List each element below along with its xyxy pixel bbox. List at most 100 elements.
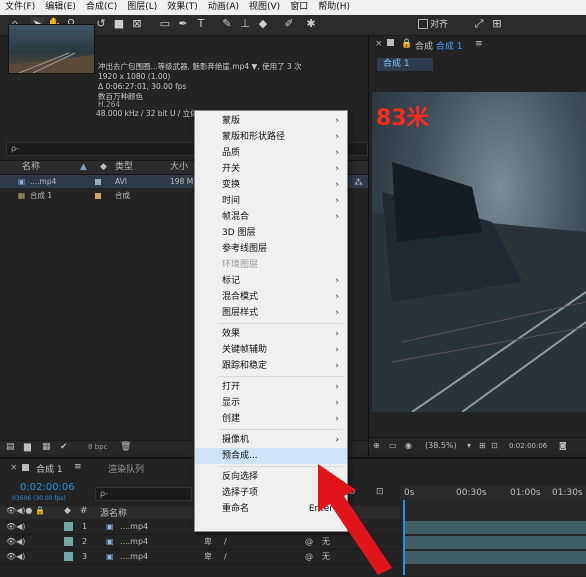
zoom-dropdown[interactable]: (38.5%) — [425, 438, 457, 454]
node-icon[interactable]: ⁂ — [354, 178, 363, 188]
layer-name[interactable]: ....mp4 — [120, 535, 148, 549]
row-type: AVI — [115, 177, 127, 186]
type-tool-icon[interactable]: T — [194, 17, 208, 31]
tab-composition[interactable]: 合成 1 — [377, 58, 433, 71]
close-icon[interactable]: × — [375, 39, 383, 49]
menu-item[interactable]: 编辑(E) — [40, 0, 81, 15]
context-menu-item[interactable]: 打开 › — [195, 379, 347, 395]
composition-viewer[interactable]: 83米 — [372, 92, 586, 412]
timeline-search-input[interactable]: ρ- — [95, 487, 192, 501]
clone-stamp-tool-icon[interactable]: ⊥ — [238, 17, 252, 31]
menu-item[interactable]: 视图(V) — [244, 0, 285, 15]
context-menu-item[interactable]: 品质 › — [195, 145, 347, 161]
column-size[interactable]: 大小 — [170, 161, 188, 174]
layer-name[interactable]: ....mp4 — [120, 520, 148, 534]
menu-item[interactable]: 效果(T) — [162, 0, 203, 15]
source-name-column: 源名称 — [100, 509, 128, 519]
context-menu-item[interactable]: 效果 › — [195, 326, 347, 342]
shy-switch-icon[interactable]: 卑 — [204, 550, 212, 564]
menu-item[interactable]: 合成(C) — [81, 0, 122, 15]
toggle-mask-icon[interactable]: ◉ — [405, 438, 412, 454]
interpret-footage-icon[interactable]: ▤ — [6, 442, 15, 452]
column-name[interactable]: 名称 — [22, 161, 40, 174]
layer-duration-bar[interactable] — [403, 521, 586, 534]
context-menu-item[interactable]: 开关 › — [195, 161, 347, 177]
chevron-down-icon[interactable]: ▾ — [467, 438, 471, 454]
context-menu-item[interactable]: 时间 › — [195, 193, 347, 209]
camera-tool-icon[interactable]: ■ — [112, 17, 126, 31]
current-time-indicator[interactable] — [403, 500, 405, 575]
menu-item[interactable]: 帮助(H) — [313, 0, 355, 15]
flowchart-icon[interactable]: ✔ — [60, 442, 68, 452]
roi-icon[interactable]: ⊡ — [491, 438, 498, 454]
footage-thumbnail — [8, 24, 95, 74]
pan-behind-tool-icon[interactable]: ⊠ — [130, 17, 144, 31]
layer-name[interactable]: ....mp4 — [120, 550, 148, 564]
layer-duration-bar[interactable] — [403, 536, 586, 549]
panel-menu-icon[interactable]: ≡ — [475, 39, 483, 49]
quality-switch-icon[interactable]: / — [224, 535, 227, 549]
submenu-chevron-icon: › — [335, 435, 339, 445]
context-menu-item[interactable]: 混合模式 › — [195, 289, 347, 305]
context-menu-item[interactable]: 参考线图层 — [195, 241, 347, 257]
menu-item[interactable]: 文件(F) — [0, 0, 40, 15]
shy-switch-icon[interactable]: 卑 — [204, 535, 212, 549]
time-ruler[interactable]: 0s 00:30s 01:00s 01:30s — [400, 486, 586, 500]
menu-item[interactable]: 动画(A) — [203, 0, 244, 15]
context-menu-item[interactable]: 蒙版和形状路径 › — [195, 129, 347, 145]
menu-item[interactable]: 窗口 — [285, 0, 313, 15]
visibility-icon[interactable]: 👁◀) — [6, 535, 25, 549]
timecode[interactable]: 0:02:00:06 — [20, 482, 75, 493]
context-menu-item[interactable]: 帧混合 › — [195, 209, 347, 225]
puppet-tool-icon[interactable]: ✱ — [304, 17, 318, 31]
tab-timeline[interactable]: 合成 1 — [36, 462, 63, 475]
label-swatch[interactable] — [64, 522, 73, 531]
snap-icon[interactable]: ⊞ — [490, 17, 504, 31]
grid-icon[interactable]: ⊞ — [479, 438, 486, 454]
bit-depth[interactable]: 8 bpc — [88, 443, 107, 451]
trash-icon[interactable]: 🗑 — [120, 442, 131, 452]
rotate-tool-icon[interactable]: ↺ — [94, 17, 108, 31]
context-menu-item[interactable]: 图层样式 › — [195, 305, 347, 321]
eraser-tool-icon[interactable]: ◆ — [256, 17, 270, 31]
menu-item[interactable]: 图层(L) — [122, 0, 162, 15]
show-snapshot-icon[interactable]: ▭ — [389, 438, 397, 454]
context-menu-item[interactable]: 变换 › — [195, 177, 347, 193]
brush-tool-icon[interactable]: ✎ — [220, 17, 234, 31]
tab-render-queue[interactable]: 渲染队列 — [108, 462, 144, 475]
context-menu-item[interactable]: 摄像机 › — [195, 432, 347, 448]
roto-brush-tool-icon[interactable]: ✐ — [282, 17, 296, 31]
pen-tool-icon[interactable]: ✒ — [176, 17, 190, 31]
rectangle-tool-icon[interactable]: ▭ — [158, 17, 172, 31]
new-folder-icon[interactable]: ▆ — [24, 442, 31, 452]
search-icon: ρ- — [11, 144, 19, 153]
label-column-icon[interactable]: ◆ — [100, 161, 107, 174]
submenu-chevron-icon: › — [335, 292, 339, 302]
label-swatch[interactable] — [64, 552, 73, 561]
lock-icon[interactable]: 🔒 — [401, 39, 412, 49]
context-menu-item[interactable]: 蒙版 › — [195, 113, 347, 129]
camera-icon[interactable]: ◙ — [559, 438, 567, 454]
context-menu-item[interactable]: 关键帧辅助 › — [195, 342, 347, 358]
snapshot-icon[interactable]: ⊕ — [373, 438, 380, 454]
sort-icon[interactable]: ▲ — [80, 161, 87, 174]
context-menu-item[interactable]: 3D 图层 — [195, 225, 347, 241]
close-icon[interactable]: × — [10, 463, 18, 473]
context-menu-item[interactable]: 显示 › — [195, 395, 347, 411]
quality-switch-icon[interactable]: / — [224, 550, 227, 564]
layer-duration-bar[interactable] — [403, 551, 586, 564]
panel-menu-icon[interactable]: ≡ — [74, 462, 82, 472]
context-menu-item-label: 摄像机 — [222, 435, 250, 445]
current-time-display[interactable]: 0:02:00:06 — [509, 438, 547, 454]
context-menu-item[interactable]: 创建 › — [195, 411, 347, 427]
column-type[interactable]: 类型 — [115, 161, 133, 174]
context-menu-item[interactable]: 标记 › — [195, 273, 347, 289]
expand-icon[interactable]: ⤢ — [472, 17, 486, 31]
visibility-icon[interactable]: 👁◀) — [6, 520, 25, 534]
new-composition-icon[interactable]: ▦ — [42, 442, 51, 452]
label-swatch[interactable] — [64, 537, 73, 546]
submenu-chevron-icon: › — [335, 148, 339, 158]
align-checkbox[interactable] — [418, 19, 428, 29]
context-menu-item[interactable]: 跟踪和稳定 › — [195, 358, 347, 374]
visibility-icon[interactable]: 👁◀) — [6, 550, 25, 564]
